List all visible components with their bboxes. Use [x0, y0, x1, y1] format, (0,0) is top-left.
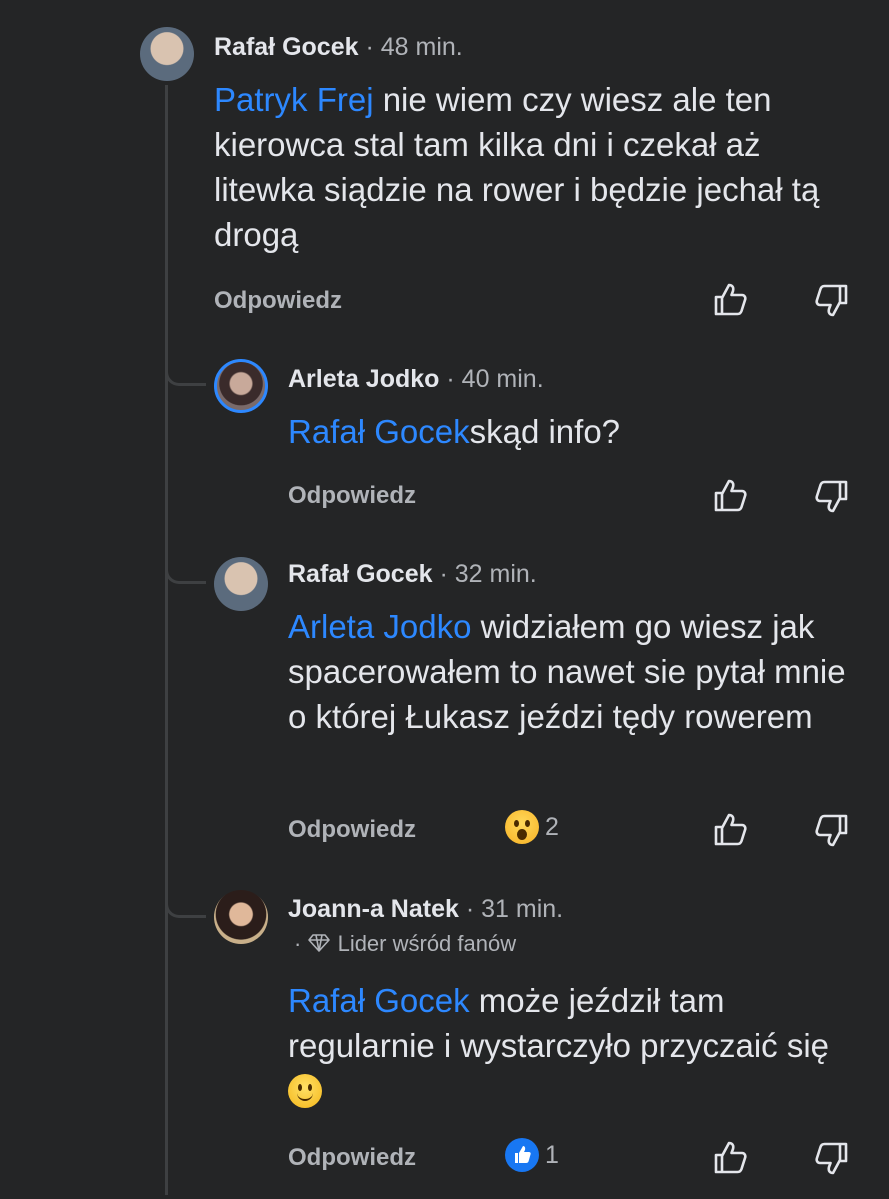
reply-button[interactable]: Odpowiedz: [288, 1144, 416, 1172]
like-reaction-icon: [505, 1138, 539, 1172]
fan-badge[interactable]: · Lider wśród fanów: [294, 931, 516, 957]
timestamp[interactable]: 48 min.: [381, 33, 463, 61]
mention-link[interactable]: Rafał Gocek: [288, 413, 470, 450]
reaction-summary[interactable]: 2: [505, 810, 559, 844]
comment-text: Patryk Frej nie wiem czy wiesz ale ten k…: [214, 77, 864, 257]
avatar[interactable]: [140, 27, 194, 81]
separator-dot: ·: [439, 560, 448, 588]
reaction-summary[interactable]: 1: [505, 1138, 559, 1172]
thumbs-up-icon[interactable]: [710, 476, 750, 516]
badge-label: Lider wśród fanów: [337, 931, 517, 956]
avatar[interactable]: [214, 359, 268, 413]
reply-connector: [165, 897, 206, 918]
thumbs-down-icon[interactable]: [812, 476, 852, 516]
comment-header: Rafał Gocek · 48 min.: [214, 33, 463, 62]
comment-body: skąd info?: [469, 413, 621, 450]
author-name[interactable]: Rafał Gocek: [288, 560, 433, 588]
comment-header: Rafał Gocek · 32 min.: [288, 560, 537, 589]
avatar[interactable]: [214, 557, 268, 611]
separator-dot: ·: [446, 365, 455, 393]
thumbs-down-icon[interactable]: [812, 1138, 852, 1178]
timestamp[interactable]: 31 min.: [481, 895, 563, 923]
mention-link[interactable]: Rafał Gocek: [288, 982, 470, 1019]
thumbs-up-icon[interactable]: [710, 810, 750, 850]
comment-text: Rafał Gocekskąd info?: [288, 409, 868, 454]
thread-line: [165, 85, 168, 1195]
comment-text: Arleta Jodko widziałem go wiesz jak spac…: [288, 604, 868, 739]
reply-connector: [165, 365, 206, 386]
comment-text: Rafał Gocek może jeździł tam regularnie …: [288, 978, 868, 1113]
diamond-icon: [307, 931, 337, 956]
thumbs-up-icon[interactable]: [710, 280, 750, 320]
avatar[interactable]: [214, 890, 268, 944]
separator-dot: ·: [465, 895, 475, 923]
separator-dot: ·: [294, 931, 302, 956]
timestamp[interactable]: 40 min.: [462, 365, 544, 393]
reaction-count: 1: [545, 1140, 559, 1169]
reply-button[interactable]: Odpowiedz: [288, 816, 416, 844]
thumbs-down-icon[interactable]: [812, 280, 852, 320]
comment-header: Joann-a Natek · 31 min.: [288, 895, 563, 924]
reply-connector: [165, 563, 206, 584]
author-name[interactable]: Joann-a Natek: [288, 895, 459, 923]
thumbs-up-icon[interactable]: [710, 1138, 750, 1178]
reaction-count: 2: [545, 812, 559, 841]
separator-dot: ·: [365, 33, 374, 61]
comment-header: Arleta Jodko · 40 min.: [288, 365, 544, 394]
reply-button[interactable]: Odpowiedz: [288, 482, 416, 510]
thumbs-down-icon[interactable]: [812, 810, 852, 850]
wow-emoji-icon: [505, 810, 539, 844]
author-name[interactable]: Arleta Jodko: [288, 365, 439, 393]
timestamp[interactable]: 32 min.: [455, 560, 537, 588]
mention-link[interactable]: Arleta Jodko: [288, 608, 471, 645]
author-name[interactable]: Rafał Gocek: [214, 33, 359, 61]
mention-link[interactable]: Patryk Frej: [214, 81, 374, 118]
reply-button[interactable]: Odpowiedz: [214, 287, 342, 315]
slightly-smiling-face-icon: [288, 1074, 322, 1108]
